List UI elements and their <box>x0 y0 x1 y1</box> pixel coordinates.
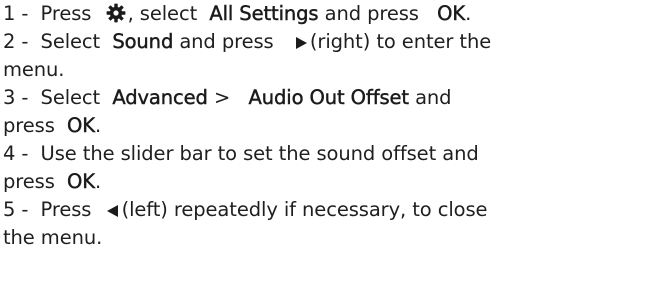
step-text: . <box>465 2 472 25</box>
step-text: Select <box>40 86 101 109</box>
step-text: . <box>94 170 102 193</box>
step-2-continuation: menu. <box>3 58 65 81</box>
step-text: and <box>415 86 452 109</box>
step-number: 1 - <box>3 2 29 25</box>
menu-separator: > <box>213 86 231 109</box>
step-3-line: 3 - Select Advanced > Audio Out Offset a… <box>3 84 654 112</box>
left-arrow-icon <box>106 203 120 219</box>
step-2-line: 2 - Select Sound and press (right) to en… <box>3 28 654 56</box>
gear-icon <box>106 3 126 23</box>
menu-item-sound: Sound <box>112 30 174 53</box>
right-arrow-icon <box>294 35 308 51</box>
step-5: 5 - Press (left) repeatedly if necessary… <box>3 196 654 252</box>
step-text: and press <box>179 30 274 53</box>
menu-item-advanced: Advanced <box>112 86 208 109</box>
step-number: 5 - <box>3 198 29 221</box>
key-ok: OK <box>67 170 95 193</box>
step-text: Use the slider bar to set the sound offs… <box>40 142 479 165</box>
instruction-list: 1 - Press , select All Settings and pres… <box>0 0 654 252</box>
step-text: (right) to enter the <box>309 30 492 53</box>
step-number: 2 - <box>3 30 29 53</box>
step-text: (left) repeatedly if necessary, to close <box>121 198 488 221</box>
step-4-continuation: press OK. <box>3 168 654 196</box>
step-text: Press <box>40 198 92 221</box>
step-3: 3 - Select Advanced > Audio Out Offset a… <box>3 84 654 140</box>
step-text: press <box>3 170 55 193</box>
step-text: press <box>3 114 55 137</box>
key-ok: OK <box>437 2 466 25</box>
step-5-continuation: the menu. <box>3 226 103 249</box>
step-4: 4 - Use the slider bar to set the sound … <box>3 140 654 196</box>
step-text: and press <box>324 2 419 25</box>
step-text: . <box>94 114 102 137</box>
step-text: , select <box>127 2 198 25</box>
menu-item-all-settings: All Settings <box>209 2 319 25</box>
step-1: 1 - Press , select All Settings and pres… <box>3 0 654 28</box>
step-4-line: 4 - Use the slider bar to set the sound … <box>3 140 654 168</box>
step-3-continuation: press OK. <box>3 112 654 140</box>
step-5-line: 5 - Press (left) repeatedly if necessary… <box>3 196 654 224</box>
step-1-line: 1 - Press , select All Settings and pres… <box>3 0 654 28</box>
step-number: 4 - <box>3 142 29 165</box>
step-text: Press <box>40 2 92 25</box>
step-2: 2 - Select Sound and press (right) to en… <box>3 28 654 84</box>
key-ok: OK <box>67 114 95 137</box>
step-number: 3 - <box>3 86 29 109</box>
menu-item-audio-out-offset: Audio Out Offset <box>248 86 409 109</box>
step-text: Select <box>40 30 101 53</box>
